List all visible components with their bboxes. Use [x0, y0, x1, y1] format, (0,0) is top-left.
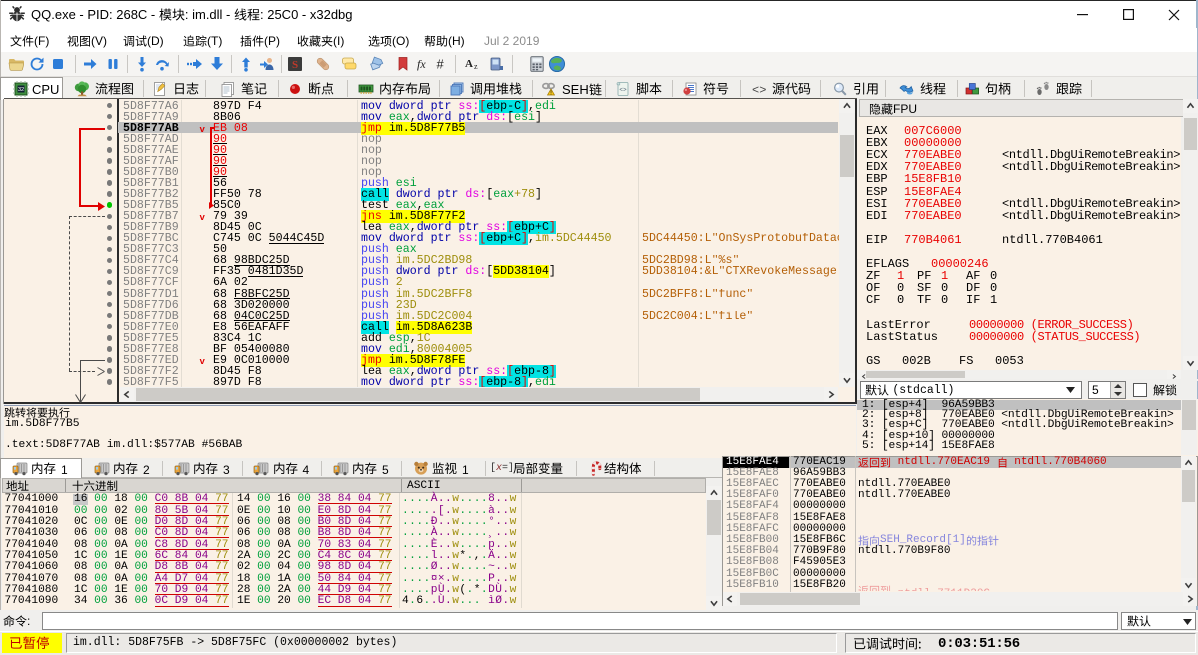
svg-text:fx: fx — [417, 57, 426, 71]
svg-text:!: ! — [550, 91, 552, 97]
svg-text:S: S — [292, 59, 298, 71]
svg-text:#: # — [437, 57, 445, 72]
svg-text:z: z — [474, 62, 478, 71]
svg-text:<>: <> — [752, 84, 766, 98]
svg-text:<>: <> — [619, 87, 627, 94]
svg-text:A: A — [465, 58, 473, 70]
svg-text:32: 32 — [18, 87, 24, 93]
